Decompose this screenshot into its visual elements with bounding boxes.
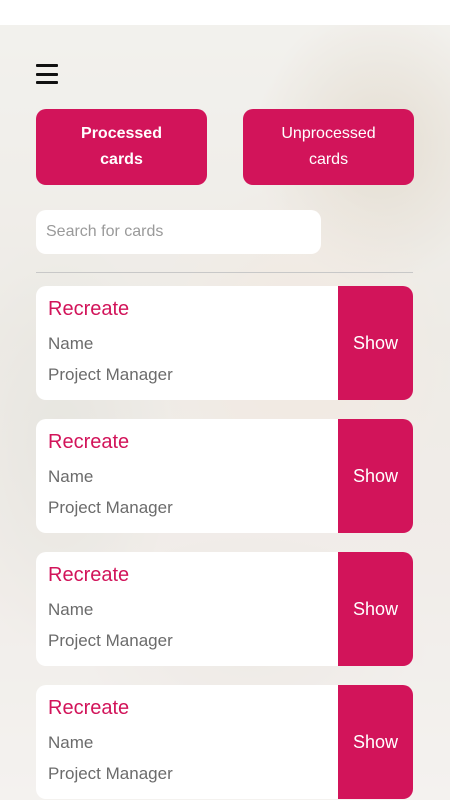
show-button[interactable]: Show (338, 286, 413, 400)
menu-bar (36, 64, 58, 67)
card-role: Project Manager (48, 498, 173, 517)
search-input[interactable] (36, 210, 321, 254)
card-role: Project Manager (48, 631, 173, 650)
card-item: Recreate Name Project Manager Show (36, 552, 413, 666)
card-name: Name (48, 600, 94, 619)
card-item: Recreate Name Project Manager Show (36, 286, 413, 400)
card-name: Name (48, 733, 94, 752)
show-button[interactable]: Show (338, 685, 413, 799)
hamburger-icon[interactable] (36, 64, 58, 84)
show-button[interactable]: Show (338, 552, 413, 666)
card-item: Recreate Name Project Manager Show (36, 419, 413, 533)
main-screen: Processed cards Unprocessed cards Recrea… (0, 0, 450, 800)
processed-cards-button[interactable]: Processed cards (36, 109, 207, 185)
card-title: Recreate (48, 697, 130, 719)
divider (36, 272, 413, 273)
menu-bar (36, 81, 58, 84)
card-role: Project Manager (48, 365, 173, 384)
card-title: Recreate (48, 298, 130, 320)
card-title: Recreate (48, 431, 130, 453)
card-name: Name (48, 467, 94, 486)
card-title: Recreate (48, 564, 130, 586)
card-name: Name (48, 334, 94, 353)
show-button[interactable]: Show (338, 419, 413, 533)
card-role: Project Manager (48, 764, 173, 783)
card-item: Recreate Name Project Manager Show (36, 685, 413, 799)
unprocessed-cards-button[interactable]: Unprocessed cards (243, 109, 414, 185)
menu-bar (36, 72, 58, 76)
